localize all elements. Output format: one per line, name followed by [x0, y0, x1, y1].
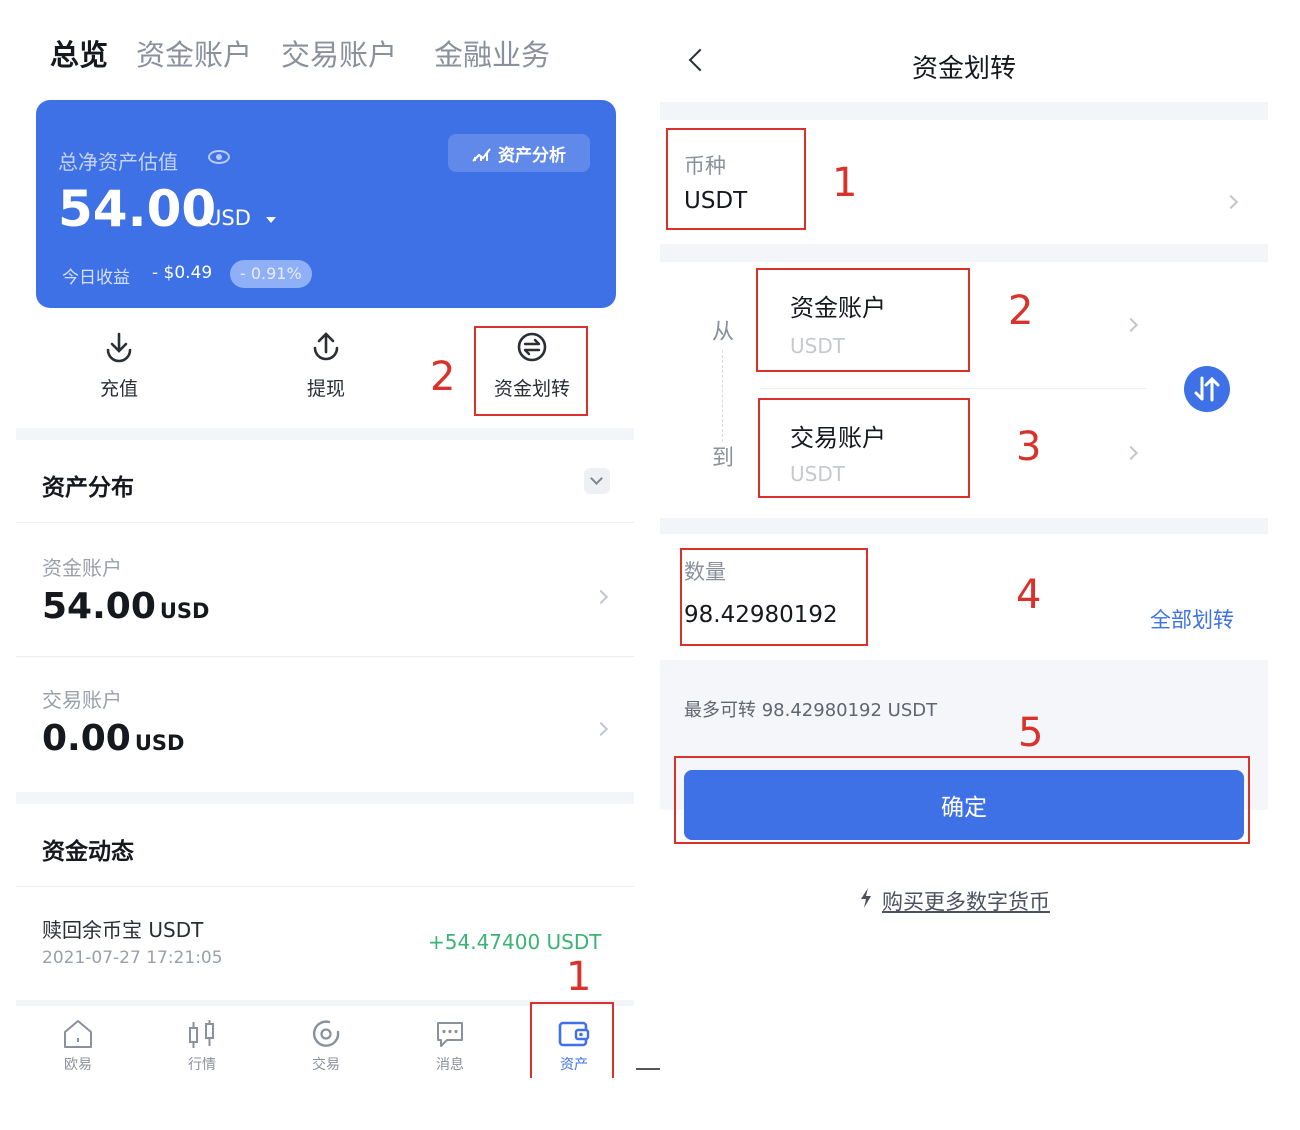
message-icon	[437, 1022, 463, 1047]
deposit-button[interactable]: 充值	[59, 330, 179, 401]
account-value: 54.00 USD	[42, 586, 210, 627]
total-assets-amount: 54.00	[58, 180, 217, 238]
nav-markets[interactable]: 行情	[162, 1018, 242, 1074]
lightning-icon	[861, 888, 871, 908]
swap-icon	[1194, 376, 1220, 402]
tab-trading-account[interactable]: 交易账户	[281, 32, 397, 74]
annotation-box	[674, 756, 1250, 844]
transfer-all-button[interactable]: 全部划转	[1150, 604, 1234, 634]
tab-financial-services[interactable]: 金融业务	[434, 32, 550, 74]
nav-label: 消息	[436, 1057, 464, 1073]
divider	[760, 388, 1146, 389]
annotation-box	[666, 128, 806, 230]
annotation-number: 5	[1018, 710, 1044, 756]
caret-down-icon[interactable]	[266, 217, 276, 223]
deposit-label: 充值	[99, 378, 138, 400]
asset-distribution-title: 资产分布	[42, 475, 134, 501]
activity-title: 赎回余币宝 USDT	[42, 918, 204, 942]
deposit-icon	[106, 332, 132, 363]
withdraw-label: 提现	[306, 378, 345, 400]
account-name: 交易账户	[42, 688, 122, 712]
home-icon	[64, 1020, 92, 1048]
swap-accounts-button[interactable]	[1184, 366, 1230, 412]
annotation-box	[530, 1002, 614, 1078]
nav-label: 行情	[188, 1057, 216, 1073]
annotation-number: 2	[1008, 288, 1034, 334]
annotation-box	[680, 548, 868, 646]
chevron-right-icon	[1123, 317, 1139, 333]
chevron-down-icon[interactable]	[584, 468, 610, 494]
eye-icon[interactable]	[208, 150, 230, 164]
asset-analysis-label: 资产分析	[498, 145, 566, 166]
chevron-right-icon	[593, 589, 609, 605]
asset-analysis-button[interactable]: 资产分析	[448, 134, 590, 172]
divider	[16, 656, 634, 657]
max-transferable-text: 最多可转 98.42980192 USDT	[684, 700, 938, 721]
assets-overview-screen: 总览 资金账户 交易账户 金融业务 总净资产估值 资产分析 54.00 USD …	[16, 0, 634, 1078]
page-title: 资金划转	[911, 54, 1016, 84]
section-divider	[660, 102, 1268, 120]
section-divider	[660, 244, 1268, 262]
total-assets-label: 总净资产估值	[58, 150, 178, 174]
section-divider	[660, 518, 1268, 534]
today-pnl-value: - $0.49	[152, 263, 213, 283]
trade-icon	[312, 1020, 340, 1047]
section-divider	[16, 792, 634, 804]
chevron-right-icon	[593, 721, 609, 737]
activity-amount: +54.47400 USDT	[428, 930, 602, 954]
today-pnl-percent: - 0.91%	[230, 260, 312, 288]
annotation-number: 1	[566, 954, 592, 1000]
nav-trade[interactable]: 交易	[286, 1018, 366, 1074]
annotation-number: 3	[1016, 424, 1042, 470]
nav-home[interactable]: 欧易	[38, 1018, 118, 1074]
account-value: 0.00 USD	[42, 718, 185, 759]
withdraw-icon	[313, 332, 339, 361]
section-divider	[16, 428, 634, 440]
currency-unit-selector[interactable]: USD	[206, 206, 251, 230]
chart-icon	[472, 148, 491, 162]
annotation-number: 1	[832, 160, 858, 206]
fund-transfer-screen: 资金划转 币种 USDT 从 到 资金账户 USDT 交易账户 USDT 数量 …	[660, 30, 1268, 1078]
annotation-number: 2	[430, 354, 456, 400]
nav-label: 交易	[312, 1057, 340, 1073]
buy-crypto-link[interactable]: 购买更多数字货币	[882, 886, 1050, 916]
divider	[16, 522, 634, 523]
activity-date: 2021-07-27 17:21:05	[42, 948, 223, 968]
from-label: 从	[712, 320, 735, 345]
today-pnl-label: 今日收益	[62, 268, 130, 288]
divider	[636, 1068, 660, 1070]
divider	[16, 886, 634, 887]
annotation-box	[758, 398, 970, 498]
annotation-box	[474, 326, 588, 416]
nav-label: 欧易	[64, 1057, 92, 1073]
from-to-connector	[722, 350, 723, 442]
fund-activity-title: 资金动态	[42, 839, 134, 865]
nav-messages[interactable]: 消息	[410, 1018, 490, 1074]
account-name: 资金账户	[42, 556, 122, 580]
chevron-right-icon	[1223, 194, 1239, 210]
tab-funding-account[interactable]: 资金账户	[136, 32, 252, 74]
chevron-right-icon	[1123, 445, 1139, 461]
withdraw-button[interactable]: 提现	[266, 330, 386, 401]
candlestick-icon	[189, 1020, 214, 1048]
annotation-number: 4	[1016, 572, 1042, 618]
to-label: 到	[712, 446, 735, 471]
tab-overview[interactable]: 总览	[50, 32, 108, 74]
annotation-box	[756, 268, 970, 372]
asset-summary-card: 总净资产估值 资产分析 54.00 USD 今日收益 - $0.49 - 0.9…	[36, 100, 616, 308]
